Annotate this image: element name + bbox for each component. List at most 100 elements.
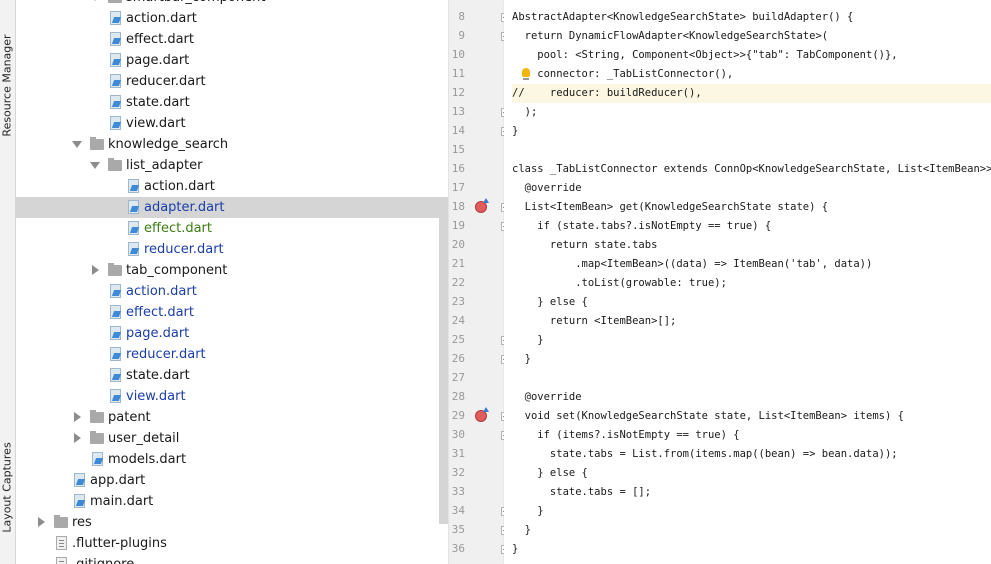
- code-line[interactable]: return DynamicFlowAdapter<KnowledgeSearc…: [512, 27, 991, 46]
- code-line[interactable]: }: [512, 521, 991, 540]
- gutter-line: 21: [449, 255, 503, 274]
- code-line[interactable]: connector: _TabListConnector(),: [512, 65, 991, 84]
- tree-item-label: app.dart: [90, 473, 146, 488]
- code-line[interactable]: }: [512, 331, 991, 350]
- code-line[interactable]: }: [512, 540, 991, 559]
- tree-row[interactable]: .flutter-plugins: [16, 533, 448, 554]
- line-number: 27: [451, 371, 465, 384]
- tree-row[interactable]: effect.dart: [16, 302, 448, 323]
- code-editor[interactable]: AbstractAdapter<KnowledgeSearchState> bu…: [504, 0, 991, 564]
- code-line[interactable]: state.tabs = List.from(items.map((bean) …: [512, 445, 991, 464]
- code-line[interactable]: if (state.tabs?.isNotEmpty == true) {: [512, 217, 991, 236]
- lightbulb-icon[interactable]: [522, 68, 530, 80]
- code-line[interactable]: @override: [512, 388, 991, 407]
- tree-row[interactable]: reducer.dart: [16, 71, 448, 92]
- line-number: 11: [451, 67, 465, 80]
- expand-arrow-icon[interactable]: [90, 162, 100, 169]
- layout-captures-tab[interactable]: Layout Captures: [0, 432, 15, 542]
- tree-row[interactable]: action.dart: [16, 176, 448, 197]
- collapse-arrow-icon[interactable]: [74, 412, 81, 422]
- code-line[interactable]: if (items?.isNotEmpty == true) {: [512, 426, 991, 445]
- line-number: 36: [451, 542, 465, 555]
- code-line[interactable]: void set(KnowledgeSearchState state, Lis…: [512, 407, 991, 426]
- tree-row[interactable]: view.dart: [16, 113, 448, 134]
- collapse-arrow-icon[interactable]: [38, 517, 45, 527]
- tree-row[interactable]: smartbar_component: [16, 0, 448, 8]
- tree-row[interactable]: state.dart: [16, 92, 448, 113]
- override-marker-icon[interactable]: [475, 407, 489, 422]
- code-line[interactable]: return state.tabs: [512, 236, 991, 255]
- code-line[interactable]: .toList(growable: true);: [512, 274, 991, 293]
- tree-row[interactable]: reducer.dart: [16, 239, 448, 260]
- code-line[interactable]: return <ItemBean>[];: [512, 312, 991, 331]
- resource-manager-tab[interactable]: Resource Manager: [0, 28, 15, 143]
- line-number: 26: [451, 352, 465, 365]
- tree-row[interactable]: view.dart: [16, 386, 448, 407]
- tree-row[interactable]: reducer.dart: [16, 344, 448, 365]
- code-line[interactable]: AbstractAdapter<KnowledgeSearchState> bu…: [512, 8, 991, 27]
- dart-file-icon: [128, 242, 139, 256]
- expand-arrow-icon[interactable]: [90, 0, 100, 1]
- gutter-line: 28: [449, 388, 503, 407]
- tree-row[interactable]: res: [16, 512, 448, 533]
- code-line[interactable]: List<ItemBean> get(KnowledgeSearchState …: [512, 198, 991, 217]
- tree-row-selected[interactable]: adapter.dart: [16, 197, 448, 218]
- tree-item-label: .gitignore: [72, 555, 134, 564]
- tree-row[interactable]: action.dart: [16, 8, 448, 29]
- tree-row[interactable]: page.dart: [16, 323, 448, 344]
- tree-row[interactable]: main.dart: [16, 491, 448, 512]
- gutter-line: 17: [449, 179, 503, 198]
- code-line[interactable]: }: [512, 122, 991, 141]
- line-number: 13: [451, 105, 465, 118]
- tree-row[interactable]: page.dart: [16, 50, 448, 71]
- tree-row[interactable]: user_detail: [16, 428, 448, 449]
- tree-item-label: reducer.dart: [126, 74, 206, 89]
- code-line[interactable]: }: [512, 502, 991, 521]
- tree-row[interactable]: effect.dart: [16, 29, 448, 50]
- tree-item-label: effect.dart: [144, 221, 212, 236]
- line-number: 23: [451, 295, 465, 308]
- override-marker-icon[interactable]: [475, 198, 489, 213]
- code-line[interactable]: state.tabs = [];: [512, 483, 991, 502]
- tree-row[interactable]: app.dart: [16, 470, 448, 491]
- tree-row[interactable]: state.dart: [16, 365, 448, 386]
- tree-row[interactable]: patent: [16, 407, 448, 428]
- folder-icon: [54, 515, 68, 528]
- tree-item-label: .flutter-plugins: [72, 536, 167, 551]
- gutter-line: 16: [449, 160, 503, 179]
- text-file-icon: [56, 557, 67, 564]
- tree-item-label: knowledge_search: [108, 137, 229, 152]
- tree-row[interactable]: action.dart: [16, 281, 448, 302]
- code-line[interactable]: [512, 369, 991, 388]
- code-line[interactable]: class _TabListConnector extends ConnOp<K…: [512, 160, 991, 179]
- tree-item-label: reducer.dart: [144, 242, 224, 257]
- line-number: 19: [451, 219, 465, 232]
- gutter-line: 14: [449, 122, 510, 141]
- code-line[interactable]: } else {: [512, 464, 991, 483]
- code-line[interactable]: @override: [512, 179, 991, 198]
- code-line[interactable]: [512, 141, 991, 160]
- code-line[interactable]: );: [512, 103, 991, 122]
- collapse-arrow-icon[interactable]: [92, 265, 99, 275]
- gutter-line: 19: [449, 217, 510, 236]
- line-number: 28: [451, 390, 465, 403]
- tree-row[interactable]: tab_component: [16, 260, 448, 281]
- tree-row[interactable]: effect.dart: [16, 218, 448, 239]
- tree-item-label: tab_component: [126, 263, 228, 278]
- code-line[interactable]: pool: <String, Component<Object>>{"tab":…: [512, 46, 991, 65]
- dart-file-icon: [110, 284, 121, 298]
- gutter-line: 34: [449, 502, 510, 521]
- tree-row[interactable]: models.dart: [16, 449, 448, 470]
- code-line[interactable]: } else {: [512, 293, 991, 312]
- dart-file-icon: [128, 221, 139, 235]
- collapse-arrow-icon[interactable]: [74, 433, 81, 443]
- tree-scrollbar[interactable]: [439, 208, 448, 524]
- tree-row[interactable]: .gitignore: [16, 554, 448, 564]
- gutter-line: 8: [449, 8, 510, 27]
- tree-row[interactable]: knowledge_search: [16, 134, 448, 155]
- tree-row[interactable]: list_adapter: [16, 155, 448, 176]
- code-line[interactable]: }: [512, 350, 991, 369]
- code-line-current[interactable]: // reducer: buildReducer(),: [512, 84, 991, 103]
- expand-arrow-icon[interactable]: [72, 141, 82, 148]
- code-line[interactable]: .map<ItemBean>((data) => ItemBean('tab',…: [512, 255, 991, 274]
